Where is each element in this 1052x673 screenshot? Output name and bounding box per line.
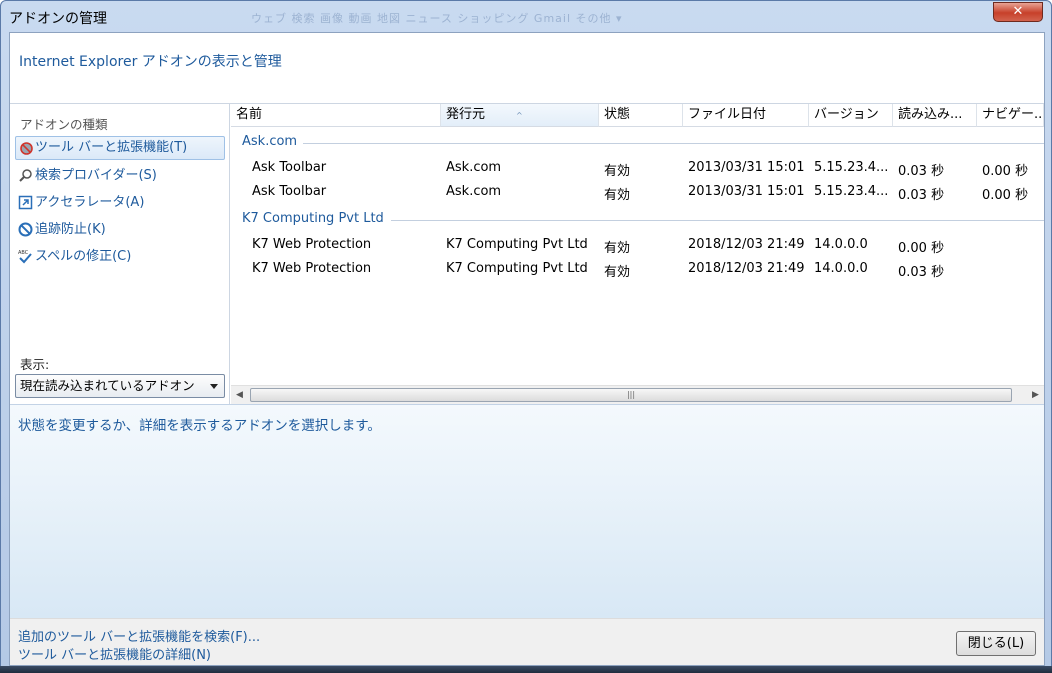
cell-file-date: 2013/03/31 15:01 bbox=[688, 184, 805, 199]
cell-publisher: Ask.com bbox=[446, 184, 502, 199]
cell-navigation-time: 0.00 秒 bbox=[982, 164, 1029, 179]
dialog-footer: 追加のツール バーと拡張機能を検索(F)... ツール バーと拡張機能の詳細(N… bbox=[10, 618, 1044, 665]
addon-type-spelling[interactable]: ABC スペルの修正(C) bbox=[15, 245, 225, 269]
page-title: Internet Explorer アドオンの表示と管理 bbox=[19, 54, 282, 70]
cell-status: 有効 bbox=[604, 188, 631, 203]
scrollbar-thumb[interactable]: ||| bbox=[250, 388, 1012, 402]
cell-version: 5.15.23.4... bbox=[814, 160, 889, 175]
column-header-load-time[interactable]: 読み込み... bbox=[893, 104, 977, 127]
cell-load-time: 0.00 秒 bbox=[898, 241, 945, 256]
spell-check-icon: ABC bbox=[18, 250, 32, 264]
toolbar-gear-icon bbox=[20, 142, 33, 155]
cell-status: 有効 bbox=[604, 265, 631, 280]
cell-publisher: K7 Computing Pvt Ltd bbox=[446, 237, 588, 252]
cell-publisher: Ask.com bbox=[446, 160, 502, 175]
horizontal-scrollbar[interactable]: ◀ ||| ▶ bbox=[231, 385, 1044, 404]
scroll-left-icon[interactable]: ◀ bbox=[231, 386, 248, 404]
cell-name: K7 Web Protection bbox=[252, 261, 372, 276]
accelerator-icon bbox=[18, 195, 33, 210]
taskbar-strip bbox=[0, 666, 1052, 673]
addon-type-label: 追跡防止(K) bbox=[35, 222, 106, 237]
addon-types-heading: アドオンの種類 bbox=[20, 117, 108, 132]
dialog-client: Internet Explorer アドオンの表示と管理 アドオンの種類 ツール… bbox=[9, 32, 1045, 666]
cell-load-time: 0.03 秒 bbox=[898, 188, 945, 203]
cell-name: Ask Toolbar bbox=[252, 184, 327, 199]
dialog-header: Internet Explorer アドオンの表示と管理 bbox=[10, 33, 1044, 103]
details-pane: 状態を変更するか、詳細を表示するアドオンを選択します。 bbox=[10, 404, 1044, 618]
group-header-ask: Ask.com bbox=[242, 134, 298, 149]
show-filter-value: 現在読み込まれているアドオン bbox=[20, 378, 195, 393]
column-header-navigation-time[interactable]: ナビゲー... bbox=[977, 104, 1044, 127]
cell-version: 5.15.23.4... bbox=[814, 184, 889, 199]
cell-navigation-time: 0.00 秒 bbox=[982, 188, 1029, 203]
addons-list: 名前 ^ 発行元 状態 ファイル日付 バージョン 読み込み... ナビゲー... … bbox=[231, 104, 1044, 404]
sort-ascending-icon: ^ bbox=[516, 111, 523, 120]
addon-type-label: アクセラレータ(A) bbox=[35, 195, 145, 210]
details-message: 状態を変更するか、詳細を表示するアドオンを選択します。 bbox=[18, 418, 381, 434]
addon-type-tracking-protection[interactable]: 追跡防止(K) bbox=[15, 218, 225, 242]
window-close-button[interactable]: ✕ bbox=[993, 2, 1043, 22]
addon-type-toolbars[interactable]: ツール バーと拡張機能(T) bbox=[15, 136, 225, 160]
cell-file-date: 2018/12/03 21:49 bbox=[688, 261, 805, 276]
addon-type-search-providers[interactable]: 検索プロバイダー(S) bbox=[15, 164, 225, 188]
addon-type-label: スペルの修正(C) bbox=[35, 249, 132, 264]
column-header-status[interactable]: 状態 bbox=[599, 104, 683, 127]
cell-load-time: 0.03 秒 bbox=[898, 164, 945, 179]
close-button[interactable]: 閉じる(L) bbox=[956, 631, 1036, 656]
cell-version: 14.0.0.0 bbox=[814, 261, 868, 276]
addon-type-accelerators[interactable]: アクセラレータ(A) bbox=[15, 191, 225, 215]
group-header-k7: K7 Computing Pvt Ltd bbox=[242, 211, 384, 226]
chevron-down-icon bbox=[210, 384, 218, 389]
title-bar[interactable]: アドオンの管理 ウェブ 検索 画像 動画 地図 ニュース ショッピング Gmai… bbox=[1, 1, 1051, 31]
column-header-publisher[interactable]: ^ 発行元 bbox=[441, 104, 599, 127]
cell-status: 有効 bbox=[604, 164, 631, 179]
show-filter-label: 表示: bbox=[20, 357, 50, 372]
cell-file-date: 2013/03/31 15:01 bbox=[688, 160, 805, 175]
group-divider bbox=[303, 143, 1044, 144]
column-header-name[interactable]: 名前 bbox=[231, 104, 441, 127]
column-header-version[interactable]: バージョン bbox=[809, 104, 893, 127]
column-header-file-date[interactable]: ファイル日付 bbox=[683, 104, 809, 127]
cell-version: 14.0.0.0 bbox=[814, 237, 868, 252]
learn-more-link[interactable]: ツール バーと拡張機能の詳細(N) bbox=[18, 644, 211, 663]
window-title: アドオンの管理 bbox=[9, 11, 107, 27]
cell-load-time: 0.03 秒 bbox=[898, 265, 945, 280]
cell-name: K7 Web Protection bbox=[252, 237, 372, 252]
addon-type-label: ツール バーと拡張機能(T) bbox=[35, 140, 188, 155]
addons-manager-window: アドオンの管理 ウェブ 検索 画像 動画 地図 ニュース ショッピング Gmai… bbox=[0, 0, 1052, 673]
addon-type-label: 検索プロバイダー(S) bbox=[35, 168, 157, 183]
block-icon bbox=[18, 222, 33, 237]
cell-file-date: 2018/12/03 21:49 bbox=[688, 237, 805, 252]
close-icon: ✕ bbox=[1012, 4, 1024, 19]
cell-status: 有効 bbox=[604, 241, 631, 256]
svg-text:ABC: ABC bbox=[18, 250, 29, 256]
cell-name: Ask Toolbar bbox=[252, 160, 327, 175]
search-icon bbox=[19, 169, 32, 182]
group-divider bbox=[391, 220, 1044, 221]
addon-types-pane: アドオンの種類 ツール バーと拡張機能(T) 検索プロバイダー(S) アクセラレ… bbox=[10, 104, 230, 404]
background-browser-menu: ウェブ 検索 画像 動画 地図 ニュース ショッピング Gmail その他 ▾ bbox=[251, 12, 623, 25]
scroll-right-icon[interactable]: ▶ bbox=[1027, 386, 1044, 404]
cell-publisher: K7 Computing Pvt Ltd bbox=[446, 261, 588, 276]
find-more-addons-link[interactable]: 追加のツール バーと拡張機能を検索(F)... bbox=[18, 626, 260, 645]
show-filter-select[interactable]: 現在読み込まれているアドオン bbox=[15, 374, 225, 398]
